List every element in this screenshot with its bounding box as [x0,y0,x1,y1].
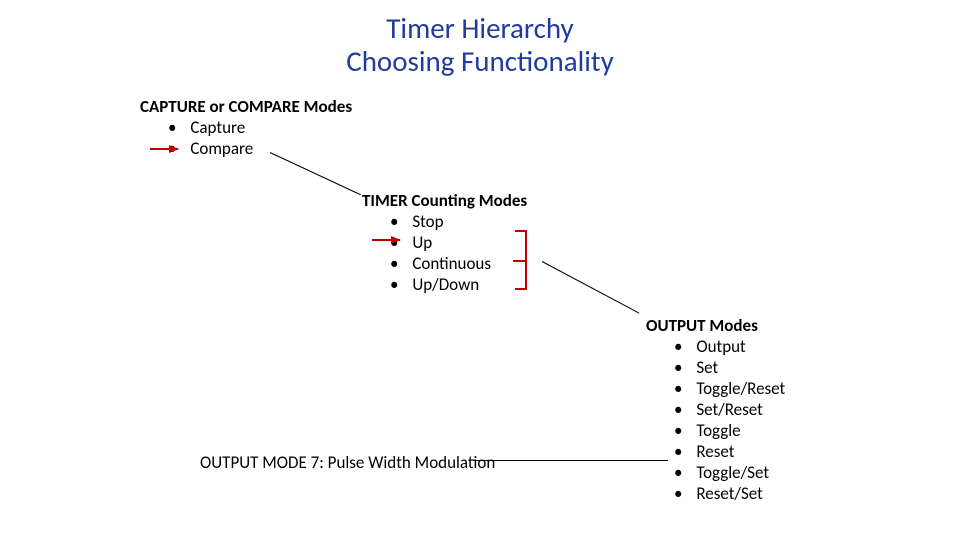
list-item: Toggle/Reset [674,378,785,399]
list-item: Reset/Set [674,483,785,504]
list-item: Toggle [674,420,785,441]
slide-title: Timer Hierarchy Choosing Functionality [0,12,960,79]
output-list: Output Set Toggle/Reset Set/Reset Toggle… [674,336,785,504]
list-item: Up [390,232,527,253]
connector-line [542,261,640,314]
list-item: Up/Down [390,274,527,295]
list-item: Capture [168,117,352,138]
capture-heading: CAPTURE or COMPARE Modes [140,96,352,117]
list-item: Stop [390,211,527,232]
output-heading: OUTPUT Modes [646,315,785,336]
capture-list: Capture Compare [168,117,352,159]
list-item: Continuous [390,253,527,274]
bracket-icon [515,230,527,290]
title-line-1: Timer Hierarchy [386,10,573,46]
timer-heading: TIMER Counting Modes [362,190,527,211]
list-item: Output [674,336,785,357]
timer-block: TIMER Counting Modes Stop Up Continuous … [362,190,527,295]
list-item: Reset [674,441,785,462]
list-item: Toggle/Set [674,462,785,483]
arrow-icon [150,148,178,150]
title-line-2: Choosing Functionality [346,43,614,79]
timer-list: Stop Up Continuous Up/Down [390,211,527,295]
list-item: Set/Reset [674,399,785,420]
arrow-icon [372,239,400,241]
list-item: Set [674,357,785,378]
output-mode-note: OUTPUT MODE 7: Pulse Width Modulation [200,452,495,473]
list-item: Compare [168,138,352,159]
output-block: OUTPUT Modes Output Set Toggle/Reset Set… [646,315,785,504]
connector-line [473,460,668,461]
